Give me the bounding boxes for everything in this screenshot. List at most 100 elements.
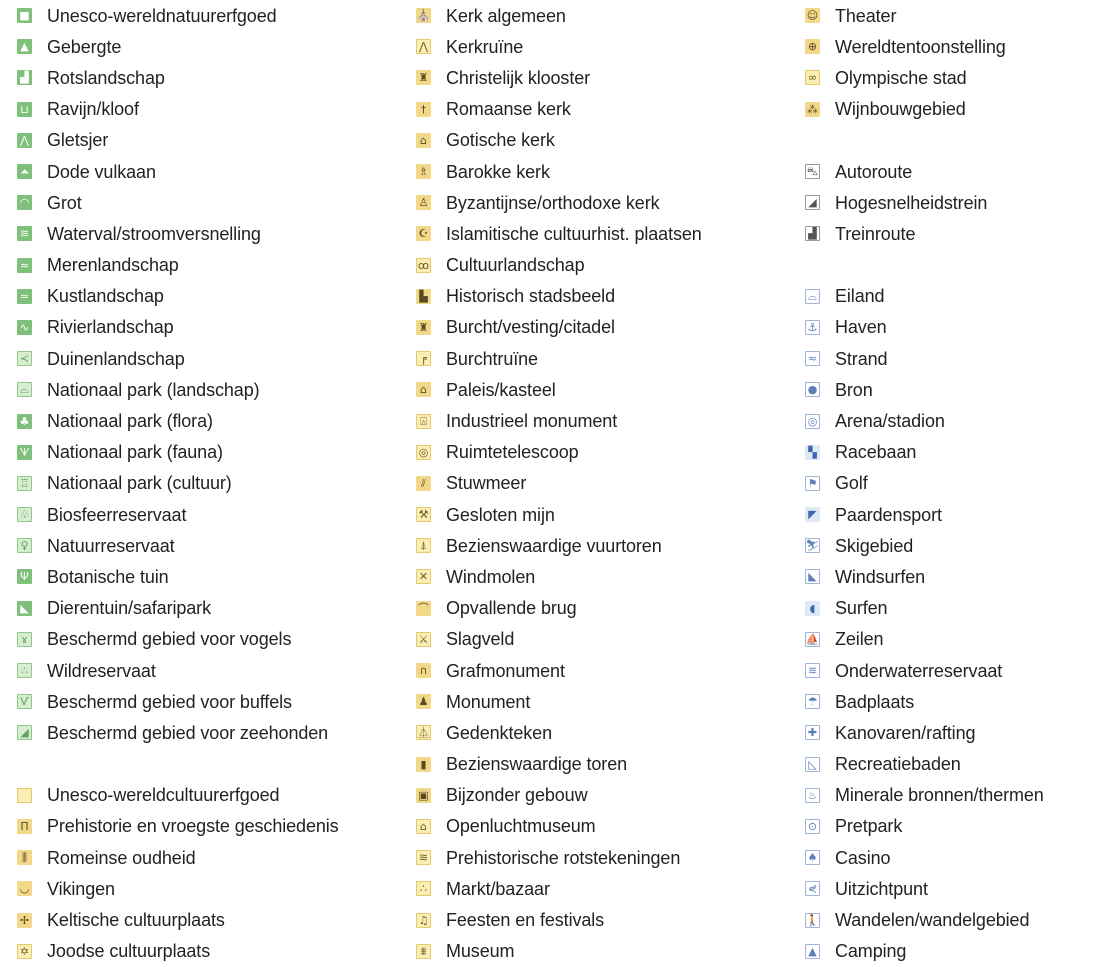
stadium-icon: ◎ [805, 413, 820, 429]
legend-label: Prehistorische rotstekeningen [446, 847, 681, 868]
legend-item: ♫ Feesten en festivals [416, 904, 702, 935]
thermal-icon: ♨ [805, 787, 820, 803]
bridge-icon: ⌒ [416, 600, 431, 616]
legend-item: ⌂ Paleis/kasteel [416, 374, 702, 405]
legend-label: Haven [835, 317, 887, 338]
legend-item: Ѵ Beschermd gebied voor buffels [17, 686, 339, 717]
biosphere-icon: ♧ [17, 507, 32, 523]
legend-label: Nationaal park (flora) [47, 411, 213, 432]
legend-label: Gebergte [47, 36, 122, 57]
legend-item: ∞ Olympische stad [805, 62, 1044, 93]
legend-item: ≋ Waterval/stroomversnelling [17, 218, 339, 249]
legend-label: Islamitische cultuurhist. plaatsen [446, 223, 702, 244]
legend-label: Burcht/vesting/citadel [446, 317, 615, 338]
stork-icon: ɤ [17, 631, 32, 647]
legend-label: Uitzichtpunt [835, 878, 928, 899]
legend-item: ▮ Bezienswaardige toren [416, 749, 702, 780]
legend-item: ⛍ Autoroute [805, 156, 1044, 187]
legend-item: ♙ Byzantijnse/orthodoxe kerk [416, 187, 702, 218]
palace-icon: ⌂ [416, 382, 431, 398]
legend-label: Feesten en festivals [446, 910, 605, 931]
legend-label: Beschermd gebied voor vogels [47, 629, 292, 650]
legend-label: Gletsjer [47, 130, 109, 151]
train-icon: ▟ [805, 226, 820, 242]
spade-icon: ♠ [805, 850, 820, 866]
legend-item: ♗ Barokke kerk [416, 156, 702, 187]
celtic-cross-icon: ✢ [17, 912, 32, 928]
legend-label: Wereldtentoonstelling [835, 36, 1006, 57]
legend-item: ◡ Vikingen [17, 873, 339, 904]
plant-icon: Ψ [17, 569, 32, 585]
legend-label: Prehistorie en vroegste geschiedenis [47, 816, 339, 837]
romanesque-church-icon: † [416, 101, 431, 117]
legend-item: ⌓ Nationaal park (landschap) [17, 374, 339, 405]
industrial-icon: ⍓ [416, 413, 431, 429]
legend-label: Badplaats [835, 691, 915, 712]
legend-item: ⊙ Pretpark [805, 811, 1044, 842]
windmill-icon: ✕ [416, 569, 431, 585]
church-icon: ⛪ [416, 8, 431, 24]
legend-item: ♨ Minerale bronnen/thermen [805, 780, 1044, 811]
castle-ruin-icon: ╒ [416, 351, 431, 367]
legend-item: ◺ Recreatiebaden [805, 749, 1044, 780]
animal-icon: ◣ [17, 600, 32, 616]
legend-item: ▟ Rotslandschap [17, 62, 339, 93]
coast-icon: ≃ [17, 288, 32, 304]
legend-label: Historisch stadsbeeld [446, 286, 615, 307]
legend-label: Wildreservaat [47, 660, 156, 681]
legend-label: Stuwmeer [446, 473, 527, 494]
bird-icon: ᗐ [17, 444, 32, 460]
waterfall-icon: ≋ [17, 226, 32, 242]
cultural-landscape-icon: ꝏ [416, 257, 431, 273]
monastery-icon: ♜ [416, 70, 431, 86]
legend-item: ◤ Paardensport [805, 499, 1044, 530]
legend-label: Bron [835, 379, 873, 400]
legend-column-2: ⛪ Kerk algemeen ⋀ Kerkruïne ♜ Christelijk k… [416, 0, 702, 967]
legend-item: ⩩ Museum [416, 936, 702, 967]
legend-item: ▲ Gebergte [17, 31, 339, 62]
legend-item: ⋞ Uitzichtpunt [805, 873, 1044, 904]
legend-item: ⋀ Gletsjer [17, 125, 339, 156]
cave-icon: ◠ [17, 195, 32, 211]
legend-label: Natuurreservaat [47, 535, 175, 556]
legend-item: ≋ Onderwaterreservaat [805, 655, 1044, 686]
legend-item: ╒ Burchtruïne [416, 343, 702, 374]
tomb-icon: ∩ [416, 663, 431, 679]
legend-item: ⛵ Zeilen [805, 624, 1044, 655]
legend-item: ⌒ Opvallende brug [416, 593, 702, 624]
legend-item: 🚶 Wandelen/wandelgebied [805, 904, 1044, 935]
legend-item: ◠ Grot [17, 187, 339, 218]
legend-label: Gedenkteken [446, 722, 552, 743]
volcano-icon: ⏶ [17, 164, 32, 180]
legend-label: Gesloten mijn [446, 504, 555, 525]
legend-label: Windmolen [446, 566, 536, 587]
legend-label: Hogesnelheidstrein [835, 192, 988, 213]
legend-item: ⚓ Haven [805, 312, 1044, 343]
legend-label: Opvallende brug [446, 598, 577, 619]
legend-column-3: ☺ Theater ⊕ Wereldtentoonstelling ∞ Olympis… [805, 0, 1044, 967]
legend-item: ⚒ Gesloten mijn [416, 499, 702, 530]
legend-label: Paardensport [835, 504, 942, 525]
legend-label: Bijzonder gebouw [446, 785, 588, 806]
legend-label: Romaanse kerk [446, 99, 571, 120]
legend-label: Museum [446, 941, 515, 962]
beach-icon: ≈ [805, 351, 820, 367]
legend-label: Kerkruïne [446, 36, 524, 57]
paw-icon: ∴ [17, 663, 32, 679]
legend-label: Dierentuin/safaripark [47, 598, 211, 619]
spacer-row [17, 749, 339, 780]
legend-item: ⊕ Wereldtentoonstelling [805, 31, 1044, 62]
memorial-icon: ⏅ [416, 725, 431, 741]
legend-label: Nationaal park (fauna) [47, 442, 223, 463]
legend-item: ⚔ Slagveld [416, 624, 702, 655]
legend-label: Eiland [835, 286, 885, 307]
viking-ship-icon: ◡ [17, 881, 32, 897]
hiking-icon: 🚶 [805, 912, 820, 928]
lake-icon: ≈ [17, 257, 32, 273]
legend-label: Monument [446, 691, 531, 712]
legend-label: Unesco-wereldnatuurerfgoed [47, 5, 277, 26]
globe-icon: ⊕ [805, 39, 820, 55]
checkered-flag-icon: ▚ [805, 444, 820, 460]
mountain-icon: ▲ [17, 39, 32, 55]
legend-item: ☂ Badplaats [805, 686, 1044, 717]
